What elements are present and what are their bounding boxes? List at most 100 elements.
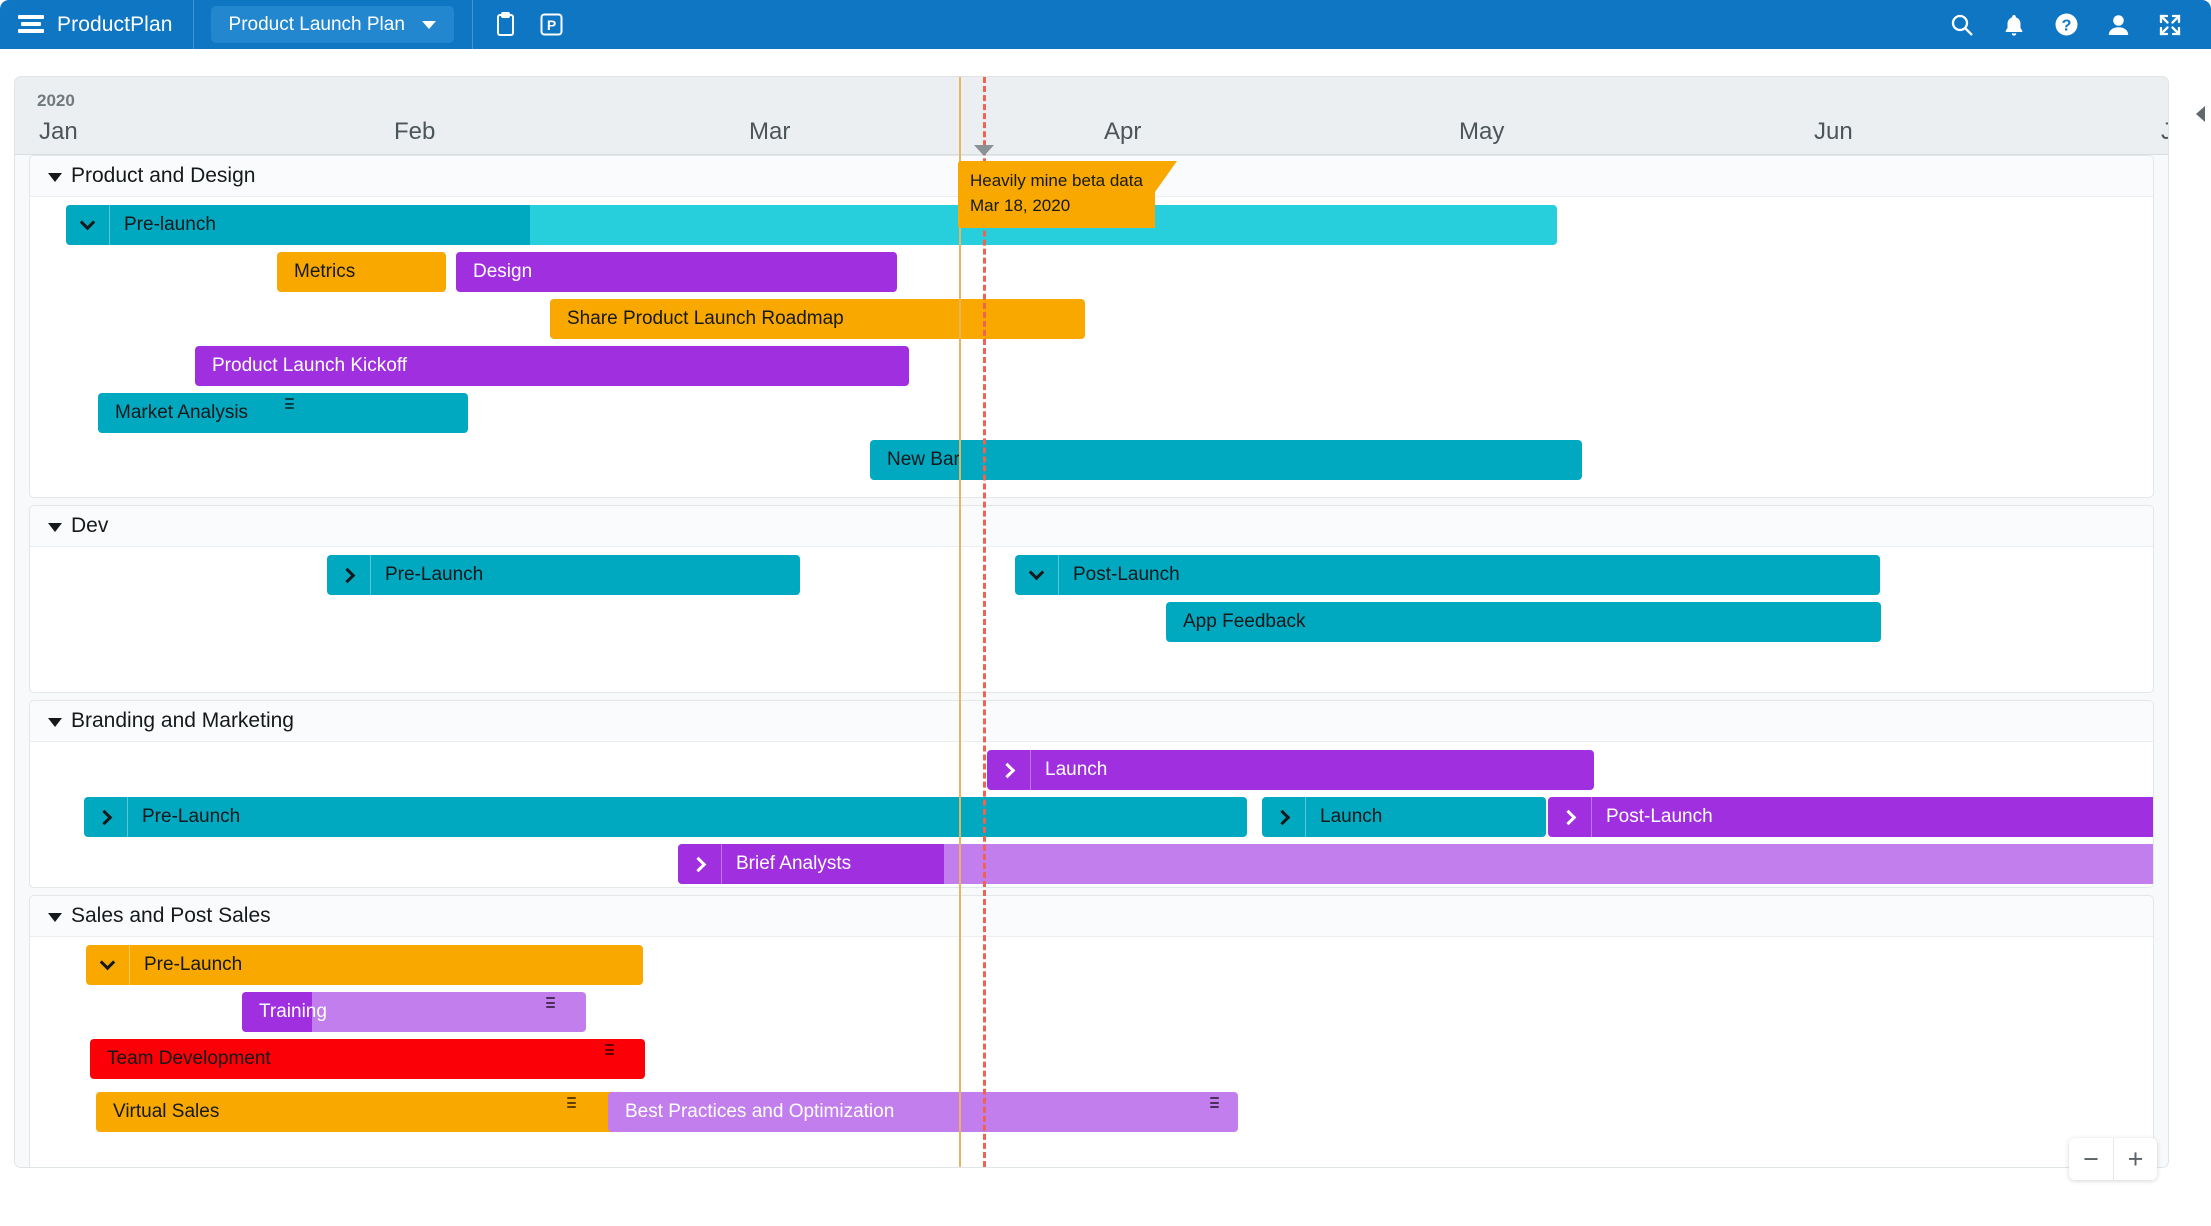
- chevron-down-icon: [48, 717, 62, 727]
- bar-label: Metrics: [294, 261, 356, 282]
- bar-label: Market Analysis: [115, 402, 249, 423]
- chevron-down-icon: [79, 214, 96, 231]
- timeline-bar[interactable]: Pre-Launch: [84, 797, 1247, 837]
- lane-title-label: Sales and Post Sales: [71, 904, 271, 927]
- bar-expand-toggle[interactable]: [66, 205, 110, 245]
- bar-expand-toggle[interactable]: [678, 844, 722, 884]
- lane-body: Pre-Launch Training Team Development Virtua…: [30, 937, 2153, 1167]
- chevron-right-icon: [999, 762, 1015, 778]
- month-tick-may: May: [1459, 118, 1505, 145]
- svg-text:?: ?: [2061, 18, 2071, 35]
- lane-header[interactable]: Branding and Marketing: [30, 701, 2153, 742]
- bar-label: Pre-Launch: [385, 564, 484, 585]
- help-circle-icon[interactable]: ?: [2049, 0, 2083, 49]
- presentation-p-icon[interactable]: P: [529, 0, 575, 49]
- plan-selector[interactable]: Product Launch Plan: [210, 6, 454, 43]
- timeline-panel: 2020 Jan Feb Mar Apr May Jun J Product and Des…: [14, 76, 2169, 1168]
- bar-drag-handle-icon[interactable]: [546, 997, 555, 1008]
- timeline-rows-area[interactable]: Product and Design Pre-launch Metrics Desig…: [15, 155, 2168, 1167]
- bar-expand-toggle[interactable]: [1262, 797, 1306, 837]
- timeline-bar[interactable]: App Feedback: [1166, 602, 1881, 642]
- zoom-out-button[interactable]: −: [2069, 1138, 2113, 1180]
- bar-expand-toggle[interactable]: [987, 750, 1031, 790]
- clipboard-icon[interactable]: [483, 0, 529, 49]
- bar-label: Team Development: [107, 1048, 271, 1069]
- lane-dev: Dev Pre-Launch Post-Launch App Feedback: [29, 505, 2154, 693]
- chevron-right-icon: [1560, 809, 1576, 825]
- timeline-bar[interactable]: Pre-launch: [66, 205, 1557, 245]
- zoom-in-button[interactable]: +: [2113, 1138, 2157, 1180]
- timeline-bar[interactable]: Metrics: [277, 252, 446, 292]
- svg-text:P: P: [547, 17, 556, 33]
- bar-expand-toggle[interactable]: [327, 555, 371, 595]
- bell-icon[interactable]: [1997, 0, 2031, 49]
- bar-expand-toggle[interactable]: [1015, 555, 1059, 595]
- month-tick-jun: Jun: [1814, 118, 1853, 145]
- timeline-bar[interactable]: Launch: [987, 750, 1594, 790]
- bar-expand-toggle[interactable]: [84, 797, 128, 837]
- bar-drag-handle-icon[interactable]: [285, 398, 294, 409]
- chevron-down-icon: [99, 954, 116, 971]
- month-tick-feb: Feb: [394, 118, 436, 145]
- expand-arrows-icon[interactable]: [2153, 0, 2187, 49]
- person-icon[interactable]: [2101, 0, 2135, 49]
- timeline-bar[interactable]: Brief Analysts: [678, 844, 2153, 884]
- timeline-bar[interactable]: Team Development: [90, 1039, 645, 1079]
- bar-expand-toggle[interactable]: [86, 945, 130, 985]
- bar-label: Virtual Sales: [113, 1101, 220, 1122]
- bar-label: Post-Launch: [1606, 806, 1713, 827]
- chevron-down-icon: [48, 522, 62, 532]
- lane-title-label: Product and Design: [71, 164, 256, 187]
- timeline-bar[interactable]: Pre-Launch: [86, 945, 643, 985]
- zoom-controls: − +: [2069, 1138, 2157, 1180]
- bar-label: Share Product Launch Roadmap: [567, 308, 844, 329]
- bar-label: New Bar: [887, 449, 960, 470]
- tooltip-date: Mar 18, 2020: [970, 195, 1071, 215]
- bar-label: Design: [473, 261, 533, 282]
- search-icon[interactable]: [1945, 0, 1979, 49]
- brand-area: ProductPlan: [0, 0, 194, 49]
- month-tick-apr: Apr: [1104, 118, 1142, 145]
- month-tick-jan: Jan: [39, 118, 78, 145]
- bar-label: Training: [259, 1001, 327, 1022]
- month-tick-j: J: [2161, 118, 2168, 146]
- today-arrow-icon[interactable]: [974, 145, 994, 156]
- bar-expand-toggle[interactable]: [1548, 797, 1592, 837]
- nav-divider: [471, 0, 473, 49]
- chevron-down-icon: [421, 20, 436, 29]
- timeline-bar[interactable]: Post-Launch: [1548, 797, 2153, 837]
- timeline-bar[interactable]: Training: [242, 992, 586, 1032]
- bar-label: Pre-launch: [124, 214, 216, 235]
- lane-list: Product and Design Pre-launch Metrics Desig…: [15, 155, 2168, 1167]
- lane-header[interactable]: Dev: [30, 506, 2153, 547]
- timeline-bar[interactable]: Post-Launch: [1015, 555, 1880, 595]
- chevron-right-icon: [96, 809, 112, 825]
- bar-label: Pre-Launch: [144, 954, 243, 975]
- roadmap-board: 2020 Jan Feb Mar Apr May Jun J Product and Des…: [0, 49, 2211, 1226]
- bar-label: Brief Analysts: [736, 853, 852, 874]
- timeline-bar[interactable]: Pre-Launch: [327, 555, 800, 595]
- bar-label: Best Practices and Optimization: [625, 1101, 895, 1122]
- timeline-bar[interactable]: Best Practices and Optimization: [608, 1092, 1238, 1132]
- bar-drag-handle-icon[interactable]: [1210, 1097, 1219, 1108]
- brand-name: ProductPlan: [57, 12, 173, 36]
- timeline-bar[interactable]: Market Analysis: [98, 393, 468, 433]
- timeline-bar[interactable]: Virtual Sales: [96, 1092, 656, 1132]
- chevron-right-icon: [690, 856, 706, 872]
- bar-label: Product Launch Kickoff: [212, 355, 408, 376]
- timeline-bar[interactable]: Design: [456, 252, 897, 292]
- bar-drag-handle-icon[interactable]: [567, 1097, 576, 1108]
- lane-body: Launch Pre-Launch Launch Post-Launch Brief A…: [30, 742, 2153, 887]
- timeline-bar[interactable]: New Bar: [870, 440, 1582, 480]
- chevron-down-icon: [48, 912, 62, 922]
- lane-body: Pre-Launch Post-Launch App Feedback: [30, 547, 2153, 692]
- timeline-bar[interactable]: Share Product Launch Roadmap: [550, 299, 1085, 339]
- lane-body: Pre-launch Metrics Design Share Product Lau…: [30, 197, 2153, 497]
- lane-sales-and-post-sales: Sales and Post Sales Pre-Launch Training Te…: [29, 895, 2154, 1167]
- timeline-bar[interactable]: Product Launch Kickoff: [195, 346, 909, 386]
- top-navigation-bar: ProductPlan Product Launch Plan P ?: [0, 0, 2211, 49]
- timeline-bar[interactable]: Launch: [1262, 797, 1546, 837]
- lane-header[interactable]: Sales and Post Sales: [30, 896, 2153, 937]
- panel-collapse-arrow-icon[interactable]: [2196, 106, 2205, 122]
- bar-drag-handle-icon[interactable]: [605, 1044, 614, 1055]
